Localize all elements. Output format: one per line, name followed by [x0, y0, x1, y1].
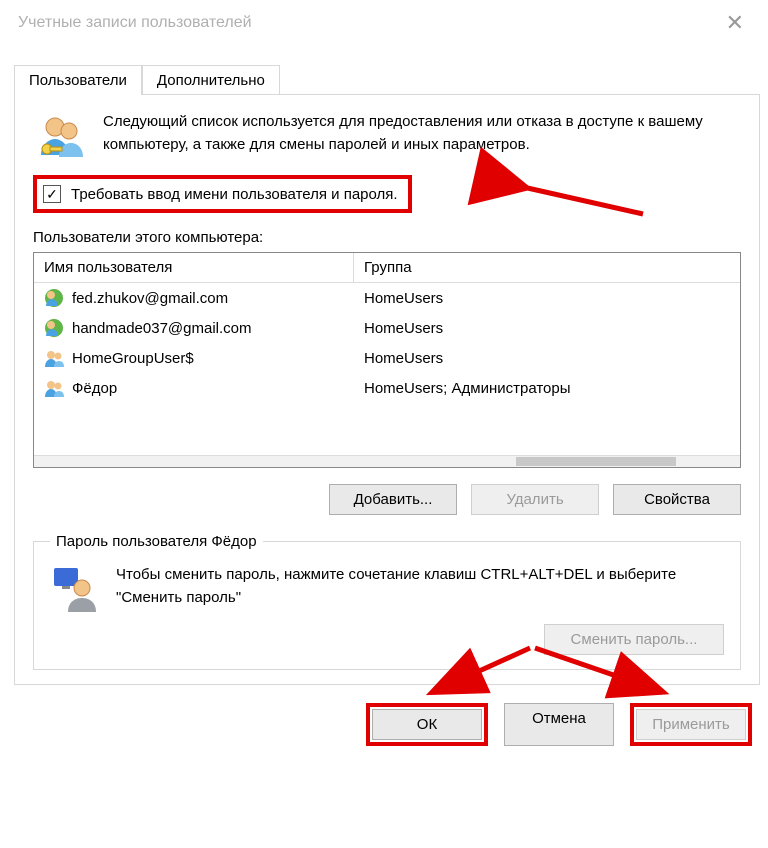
user-globe-icon	[44, 318, 64, 338]
cell-group: HomeUsers	[364, 320, 443, 337]
scrollbar-thumb[interactable]	[516, 457, 676, 466]
ok-button[interactable]: ОК	[372, 709, 482, 740]
remove-button-label: Удалить	[506, 491, 563, 508]
require-login-label: Требовать ввод имени пользователя и паро…	[71, 186, 398, 203]
close-icon[interactable]: ✕	[716, 8, 754, 38]
h-scrollbar[interactable]	[34, 455, 740, 467]
ok-highlight: ОК	[366, 703, 488, 746]
apply-button: Применить	[636, 709, 746, 740]
user-pair-icon	[44, 378, 64, 398]
users-table: Имя пользователя Группа fed.zhukov@gmail…	[33, 252, 741, 468]
table-row[interactable]: HomeGroupUser$ HomeUsers	[34, 343, 740, 373]
change-password-label: Сменить пароль...	[571, 631, 698, 648]
user-globe-icon	[44, 288, 64, 308]
cell-username: Фёдор	[72, 380, 117, 397]
tab-users[interactable]: Пользователи	[14, 65, 142, 95]
cell-group: HomeUsers; Администраторы	[364, 380, 571, 397]
password-group-legend: Пароль пользователя Фёдор	[50, 533, 263, 550]
table-row[interactable]: fed.zhukov@gmail.com HomeUsers	[34, 283, 740, 313]
tab-label: Дополнительно	[157, 72, 265, 89]
cell-group: HomeUsers	[364, 290, 443, 307]
col-header-username[interactable]: Имя пользователя	[34, 253, 354, 283]
tabstrip: Пользователи Дополнительно	[14, 60, 768, 94]
checkbox-icon[interactable]: ✓	[43, 185, 61, 203]
require-login-checkbox-row[interactable]: ✓ Требовать ввод имени пользователя и па…	[33, 175, 412, 213]
user-monitor-icon	[50, 564, 100, 614]
apply-label: Применить	[652, 716, 730, 733]
tab-label: Пользователи	[29, 72, 127, 89]
cancel-button[interactable]: Отмена	[504, 703, 614, 746]
add-button-label: Добавить...	[354, 491, 433, 508]
tab-advanced[interactable]: Дополнительно	[142, 65, 280, 95]
change-password-button: Сменить пароль...	[544, 624, 724, 655]
cell-username: handmade037@gmail.com	[72, 320, 252, 337]
cancel-label: Отмена	[532, 710, 586, 727]
table-header-row: Имя пользователя Группа	[34, 253, 740, 283]
cell-group: HomeUsers	[364, 350, 443, 367]
intro-row: Следующий список используется для предос…	[33, 111, 741, 165]
user-buttons-row: Добавить... Удалить Свойства	[33, 484, 741, 515]
cell-username: HomeGroupUser$	[72, 350, 194, 367]
titlebar: Учетные записи пользователей ✕	[0, 0, 768, 42]
intro-text: Следующий список используется для предос…	[103, 111, 741, 156]
password-help-text: Чтобы сменить пароль, нажмите сочетание …	[116, 564, 724, 609]
table-row[interactable]: Фёдор HomeUsers; Администраторы	[34, 373, 740, 403]
properties-button-label: Свойства	[644, 491, 710, 508]
users-keys-icon	[33, 111, 87, 165]
add-button[interactable]: Добавить...	[329, 484, 457, 515]
users-list-label: Пользователи этого компьютера:	[33, 229, 741, 246]
apply-highlight: Применить	[630, 703, 752, 746]
tab-panel: Следующий список используется для предос…	[14, 94, 760, 685]
cell-username: fed.zhukov@gmail.com	[72, 290, 228, 307]
window-title: Учетные записи пользователей	[18, 14, 252, 32]
table-row[interactable]: handmade037@gmail.com HomeUsers	[34, 313, 740, 343]
ok-label: ОК	[417, 716, 437, 733]
password-groupbox: Пароль пользователя Фёдор Чтобы сменить …	[33, 533, 741, 670]
remove-button: Удалить	[471, 484, 599, 515]
properties-button[interactable]: Свойства	[613, 484, 741, 515]
col-header-group[interactable]: Группа	[354, 253, 740, 283]
user-pair-icon	[44, 348, 64, 368]
dialog-button-row: ОК Отмена Применить	[0, 685, 768, 764]
